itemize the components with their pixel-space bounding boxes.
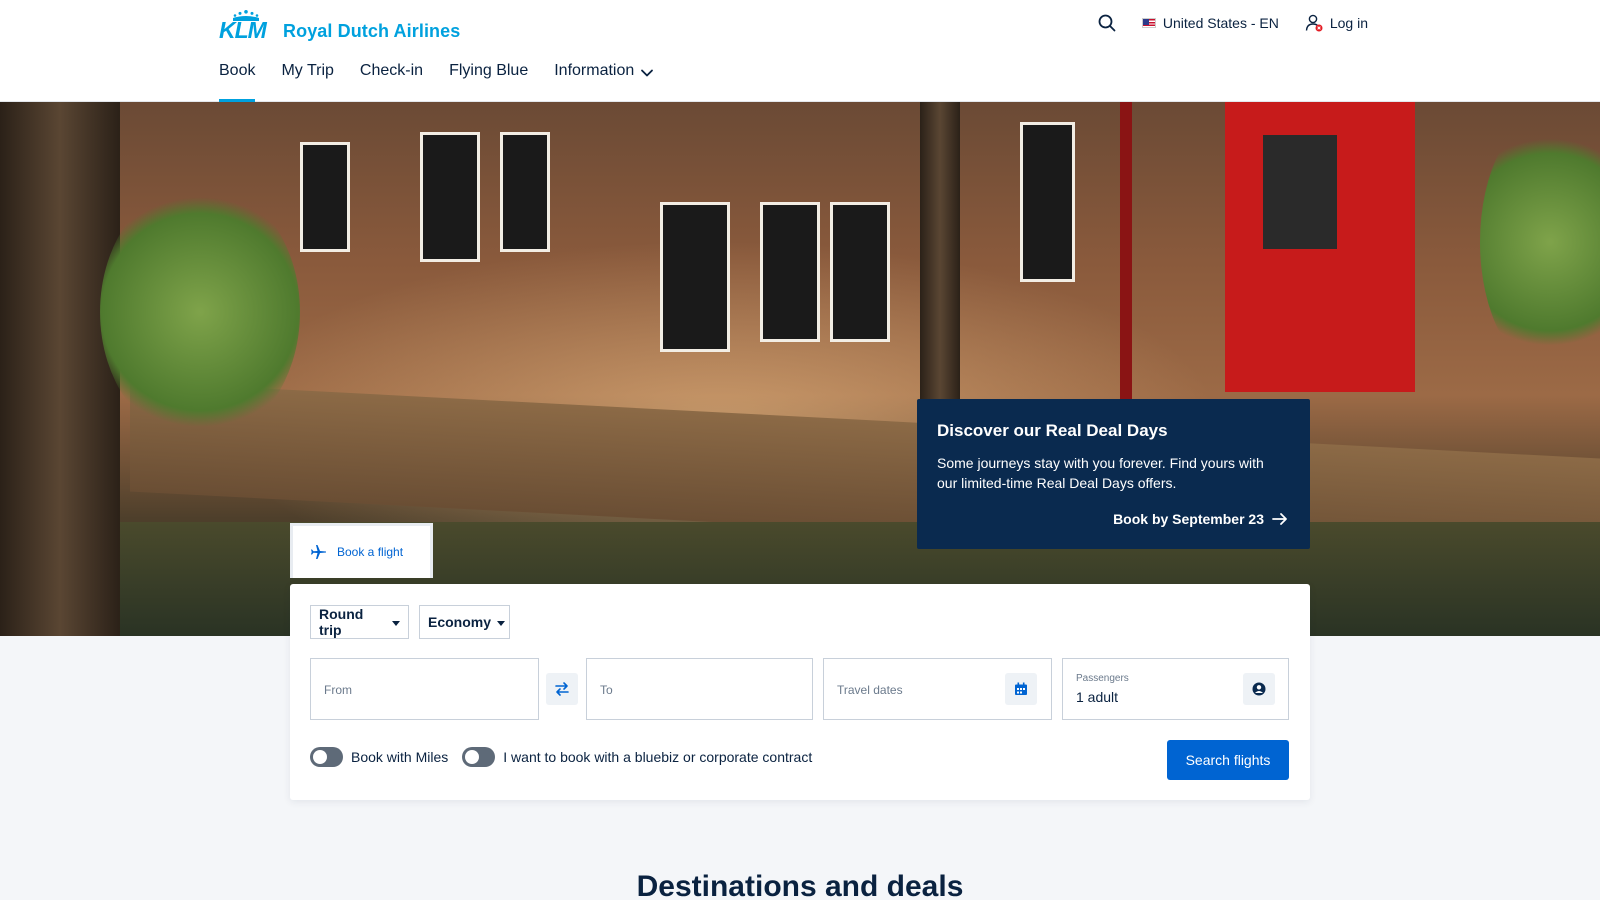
passengers-label: Passengers <box>1076 673 1129 684</box>
to-field[interactable]: To <box>586 658 813 720</box>
from-placeholder: From <box>324 683 352 697</box>
chevron-down-icon <box>641 69 654 77</box>
caret-down-icon <box>392 620 400 626</box>
book-with-miles-toggle[interactable] <box>310 747 343 767</box>
hero-lamp-post <box>1120 102 1132 412</box>
trip-type-dropdown[interactable]: Round trip <box>310 605 409 639</box>
hero-tree-trunk <box>920 102 960 422</box>
top-actions: United States - EN Log in <box>1098 14 1368 32</box>
booking-options: Book with Miles I want to book with a bl… <box>310 747 818 767</box>
klm-logo-text: KLM <box>219 17 267 43</box>
travel-dates-placeholder: Travel dates <box>837 683 903 697</box>
nav-item-information[interactable]: Information <box>554 62 654 102</box>
site-header: KLM Royal Dutch Airlines United States -… <box>0 0 1600 102</box>
from-field[interactable]: From <box>310 658 539 720</box>
tab-label: Book a flight <box>337 545 404 559</box>
search-flights-button[interactable]: Search flights <box>1167 740 1289 780</box>
nav-item-check-in[interactable]: Check-in <box>360 62 423 102</box>
swap-airports-button[interactable] <box>546 673 578 705</box>
user-icon <box>1305 14 1323 32</box>
hero-window <box>1020 122 1075 282</box>
to-placeholder: To <box>600 683 613 697</box>
hero-window <box>300 142 350 252</box>
destinations-section-title: Destinations and deals <box>636 870 964 900</box>
swap-arrows-icon <box>555 682 569 696</box>
user-circle-icon <box>1252 682 1266 696</box>
hero-image <box>0 102 1600 636</box>
login-label: Log in <box>1329 15 1368 31</box>
nav-item-label: Book <box>219 62 256 79</box>
hero-window <box>760 202 820 342</box>
hero-foliage <box>1480 112 1600 372</box>
brand-name: Royal Dutch Airlines <box>283 21 461 41</box>
search-icon <box>1098 14 1116 32</box>
main-nav: Book My Trip Check-in Flying Blue Inform… <box>219 62 654 102</box>
passengers-field[interactable]: Passengers 1 adult <box>1062 658 1289 720</box>
caret-down-icon <box>497 620 506 626</box>
nav-item-book[interactable]: Book <box>219 62 256 102</box>
promo-title: Discover our Real Deal Days <box>937 421 1168 440</box>
nav-item-my-trip[interactable]: My Trip <box>281 62 333 102</box>
nav-item-flying-blue[interactable]: Flying Blue <box>449 62 528 102</box>
hero-tree-trunk <box>0 102 120 636</box>
travel-dates-field[interactable]: Travel dates <box>823 658 1052 720</box>
promo-link[interactable]: Book by September 23 <box>1113 511 1288 527</box>
airplane-icon <box>311 545 326 559</box>
hero-window <box>500 132 550 252</box>
us-flag-icon <box>1141 18 1156 28</box>
search-button[interactable] <box>1098 14 1116 32</box>
nav-item-label: Flying Blue <box>449 62 529 79</box>
nav-item-label: Check-in <box>359 62 424 79</box>
passengers-value: 1 adult <box>1076 689 1119 705</box>
login-button[interactable]: Log in <box>1305 14 1368 32</box>
locale-selector[interactable]: United States - EN <box>1141 15 1279 31</box>
nav-item-label: My Trip <box>281 62 334 79</box>
trip-type-value: Round trip <box>319 606 364 638</box>
tab-book-a-flight[interactable]: Book a flight <box>290 523 433 578</box>
book-with-miles-label: Book with Miles <box>351 749 449 765</box>
corporate-contract-toggle[interactable] <box>462 747 496 767</box>
klm-logo-mark: KLM <box>219 10 273 43</box>
hero-foliage <box>100 182 300 442</box>
promo-text: Some journeys stay with you forever. Fin… <box>937 455 1264 491</box>
calendar-button[interactable] <box>1005 673 1037 705</box>
corporate-contract-label: I want to book with a bluebiz or corpora… <box>503 749 813 765</box>
booking-panel: Round trip Economy From To Travel dates <box>290 584 1310 800</box>
hero-window <box>830 202 890 342</box>
promo-card: Discover our Real Deal Days Some journey… <box>917 399 1310 549</box>
cabin-class-value: Economy <box>428 614 492 630</box>
klm-logo[interactable]: KLM Royal Dutch Airlines <box>219 10 461 43</box>
locale-label: United States - EN <box>1162 15 1279 31</box>
calendar-icon <box>1015 682 1027 695</box>
hero-window <box>420 132 480 262</box>
hero-window <box>1260 132 1340 252</box>
nav-item-label: Information <box>554 62 635 79</box>
passengers-button[interactable] <box>1243 673 1275 705</box>
cabin-class-dropdown[interactable]: Economy <box>419 605 510 639</box>
arrow-right-icon <box>1272 513 1287 525</box>
hero-window <box>660 202 730 352</box>
promo-link-label: Book by September 23 <box>1113 511 1264 527</box>
